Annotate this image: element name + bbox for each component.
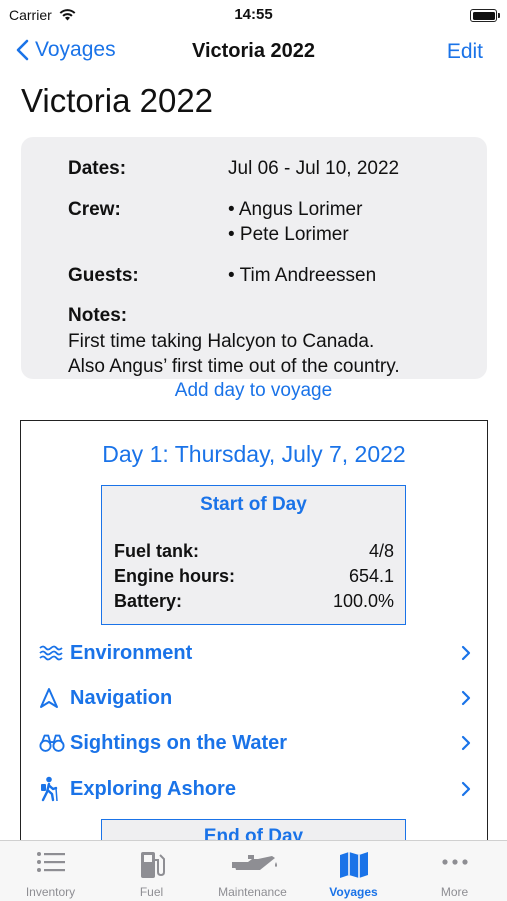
end-of-day-title: End of Day — [203, 826, 304, 841]
page-title: Victoria 2022 — [21, 82, 214, 119]
oil-can-icon — [231, 855, 277, 870]
chevron-right-icon — [461, 690, 471, 706]
end-of-day-panel[interactable]: End of Day — [101, 819, 406, 841]
chevron-right-icon — [461, 645, 471, 661]
clock: 14:55 — [234, 6, 273, 23]
ellipsis-icon — [441, 859, 468, 865]
engine-hours-value: 654.1 — [348, 566, 394, 586]
voyage-info-card: Dates: Jul 06 - Jul 10, 2022 Crew: • Ang… — [21, 137, 487, 379]
fuel-tank-row: Fuel tank: 4/8 — [114, 541, 394, 562]
exploring-ashore-label: Exploring Ashore — [70, 777, 236, 800]
navigation-icon — [40, 688, 58, 708]
exploring-ashore-row[interactable]: Exploring Ashore — [39, 774, 471, 804]
list-icon — [36, 852, 65, 872]
tab-label: Fuel — [139, 885, 164, 899]
tab-label: Voyages — [329, 885, 378, 899]
tab-label: Inventory — [25, 885, 76, 899]
start-of-day-title: Start of Day — [200, 494, 307, 515]
tab-more[interactable]: More — [404, 841, 505, 901]
navigation-label: Navigation — [70, 686, 173, 709]
battery-label: Battery: — [114, 591, 183, 611]
tab-maintenance[interactable]: Maintenance — [202, 841, 303, 901]
engine-hours-label: Engine hours: — [114, 566, 235, 586]
dates-value: Jul 06 - Jul 10, 2022 — [228, 158, 400, 179]
battery-icon — [470, 9, 500, 22]
notes-line: Also Angus’ first time out of the countr… — [68, 356, 400, 377]
add-day-button[interactable]: Add day to voyage — [0, 380, 507, 402]
tab-fuel[interactable]: Fuel — [101, 841, 202, 901]
notes-label: Notes: — [68, 305, 128, 326]
fuel-tank-value: 4/8 — [368, 541, 394, 561]
fuel-tank-label: Fuel tank: — [114, 541, 200, 561]
notes-text: First time taking Halcyon to Canada. Als… — [68, 329, 483, 379]
tab-label: Maintenance — [218, 885, 287, 899]
navigation-row[interactable]: Navigation — [39, 683, 471, 713]
crew-label: Crew: — [68, 199, 121, 220]
nav-title: Victoria 2022 — [191, 40, 316, 62]
tab-voyages[interactable]: Voyages — [303, 841, 404, 901]
environment-label: Environment — [70, 641, 193, 664]
sightings-label: Sightings on the Water — [70, 731, 288, 754]
day-card: Day 1: Thursday, July 7, 2022 Start of D… — [20, 420, 488, 841]
sightings-row[interactable]: Sightings on the Water — [39, 728, 471, 758]
waves-icon — [39, 645, 63, 661]
day-title: Day 1: Thursday, July 7, 2022 — [102, 441, 406, 467]
guests-label: Guests: — [68, 265, 139, 286]
guest-item: • Tim Andreessen — [228, 265, 377, 286]
dates-label: Dates: — [68, 158, 127, 179]
battery-row: Battery: 100.0% — [114, 591, 394, 612]
fuel-pump-icon — [140, 852, 165, 878]
tab-label: More — [440, 885, 469, 899]
notes-line: First time taking Halcyon to Canada. — [68, 331, 375, 352]
binoculars-icon — [39, 734, 65, 752]
status-bar: Carrier 14:55 — [0, 0, 507, 30]
battery-value: 100.0% — [332, 591, 394, 611]
map-icon — [339, 852, 368, 878]
chevron-right-icon — [461, 735, 471, 751]
tab-inventory[interactable]: Inventory — [0, 841, 101, 901]
chevron-right-icon — [461, 781, 471, 797]
crew-member: • Pete Lorimer — [228, 224, 349, 245]
tab-bar: Inventory Fuel Maintenance Voyages More — [0, 840, 507, 901]
environment-row[interactable]: Environment — [39, 638, 471, 668]
start-of-day-panel[interactable]: Start of Day Fuel tank: 4/8 Engine hours… — [101, 485, 406, 625]
engine-hours-row: Engine hours: 654.1 — [114, 566, 394, 587]
hiker-icon — [41, 776, 58, 802]
crew-member: • Angus Lorimer — [228, 199, 363, 220]
edit-button[interactable]: Edit — [447, 40, 483, 64]
